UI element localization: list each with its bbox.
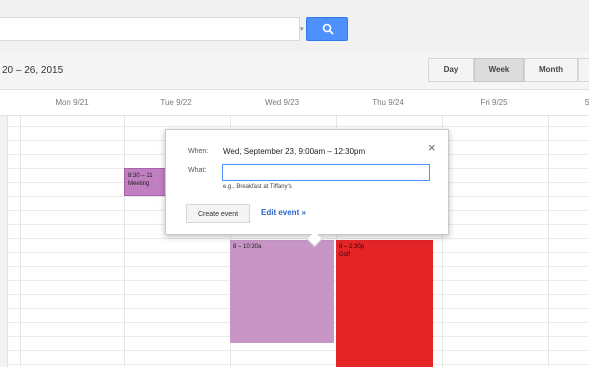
calendar-toolbar: 20 – 26, 2015 Day Week Month 4 [0, 52, 589, 90]
view-month-button[interactable]: Month [524, 58, 578, 82]
event-title: Meeting [128, 181, 150, 187]
what-hint: e.g., Breakfast at Tiffany's [223, 184, 292, 190]
day-header-sat[interactable]: S [535, 98, 589, 107]
day-header-fri[interactable]: Fri 9/25 [442, 98, 546, 107]
hour-line [8, 238, 589, 239]
date-range-title: 20 – 26, 2015 [2, 65, 64, 76]
when-label: When: [188, 148, 209, 155]
day-header-tue[interactable]: Tue 9/22 [124, 98, 228, 107]
event-time: 8 – 2:30p [339, 244, 365, 250]
calendar-app: ▾ 20 – 26, 2015 Day Week Month 4 Mon 9/2… [0, 0, 589, 367]
day-header-thu[interactable]: Thu 9/24 [336, 98, 440, 107]
event-title: Golf [339, 252, 351, 258]
day-header-wed[interactable]: Wed 9/23 [230, 98, 334, 107]
event-time: 8:30 – 11 [128, 173, 153, 179]
search-icon [322, 23, 334, 35]
create-event-button[interactable]: Create event [186, 204, 250, 223]
search-input[interactable] [0, 17, 300, 41]
event-golf[interactable]: 8 – 2:30p Golf [336, 240, 433, 367]
edit-event-link[interactable]: Edit event » [261, 208, 306, 217]
search-bar: ▾ [0, 0, 589, 52]
event-meeting[interactable]: 8:30 – 11 Meeting [124, 168, 168, 196]
close-icon[interactable]: × [428, 141, 436, 154]
hour-line [8, 364, 589, 365]
search-options-caret-icon[interactable]: ▾ [300, 25, 304, 33]
view-4days-button[interactable]: 4 [578, 58, 589, 82]
day-header-row: Mon 9/21 Tue 9/22 Wed 9/23 Thu 9/24 Fri … [0, 90, 589, 116]
quick-add-event-popup: When: Wed, September 23, 9:00am – 12:30p… [165, 129, 449, 248]
when-value: Wed, September 23, 9:00am – 12:30pm [223, 147, 366, 156]
what-label: What: [188, 167, 207, 174]
day-header-mon[interactable]: Mon 9/21 [20, 98, 124, 107]
event-title-input[interactable] [222, 164, 430, 181]
hour-line [8, 350, 589, 351]
view-day-button[interactable]: Day [428, 58, 474, 82]
hour-line [8, 126, 589, 127]
search-button[interactable] [306, 17, 348, 41]
view-week-button[interactable]: Week [474, 58, 524, 82]
event-wednesday[interactable]: 8 – 10:30a [230, 240, 334, 343]
time-gutter [0, 116, 8, 367]
